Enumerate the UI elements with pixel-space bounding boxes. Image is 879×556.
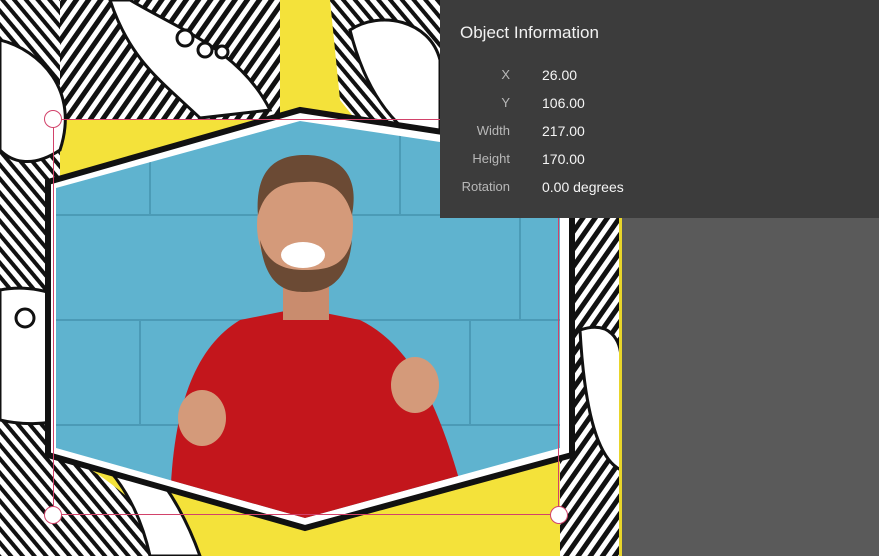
resize-handle-bottom-right[interactable]: [550, 506, 568, 524]
resize-handle-top-left[interactable]: [44, 110, 62, 128]
info-row-width: Width 217.00: [440, 123, 879, 145]
info-row-y: Y 106.00: [440, 95, 879, 117]
info-row-height: Height 170.00: [440, 151, 879, 173]
resize-handle-bottom-left[interactable]: [44, 506, 62, 524]
info-value: 106.00: [542, 95, 585, 111]
info-label: X: [501, 67, 510, 82]
info-row-x: X 26.00: [440, 67, 879, 89]
object-information-panel: Object Information X 26.00 Y 106.00 Widt…: [440, 0, 879, 218]
info-label: Y: [501, 95, 510, 110]
info-value: 26.00: [542, 67, 578, 83]
info-label: Width: [476, 123, 510, 138]
info-row-rotation: Rotation 0.00 degrees: [440, 179, 879, 201]
info-value: 0.00 degrees: [542, 179, 624, 195]
info-label: Height: [472, 151, 510, 166]
info-value: 170.00: [542, 151, 585, 167]
panel-title: Object Information: [460, 23, 599, 42]
info-value: 217.00: [542, 123, 585, 139]
info-label: Rotation: [461, 179, 510, 194]
